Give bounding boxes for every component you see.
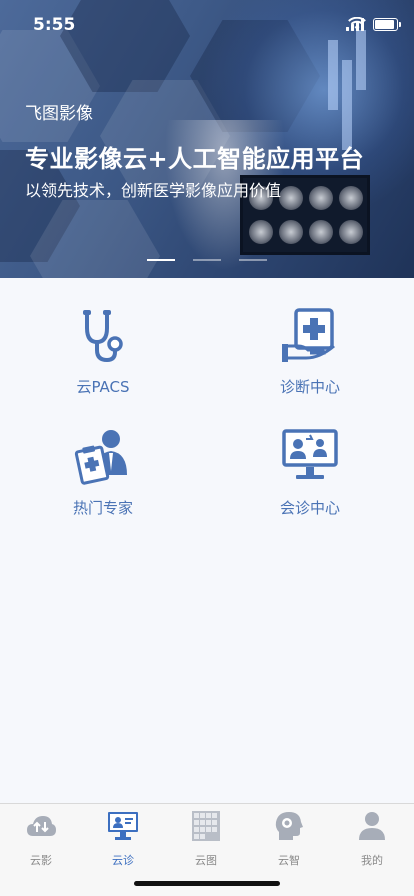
tab-cloud-image[interactable]: 云影 [11,810,71,868]
tab-label: 云图 [195,854,217,867]
banner-brand: 飞图影像 [25,104,93,124]
ai-head-icon [275,812,303,840]
status-bar: 5:55 [0,0,414,50]
tile-label: 热门专家 [72,499,133,517]
home-indicator[interactable] [134,881,280,886]
tile-diagnosis-center[interactable]: 诊断中心 [250,306,370,397]
cloud-sync-icon [27,816,56,836]
doctor-clipboard-icon [74,430,127,485]
status-time: 5:55 [33,15,76,35]
stethoscope-icon [83,310,123,363]
tile-consultation-center[interactable]: 会诊中心 [250,427,370,518]
battery-icon [373,18,401,31]
scan-grid-icon [192,811,220,841]
carousel-dot[interactable] [239,259,267,261]
tile-cloud-pacs[interactable]: 云PACS [43,306,163,397]
tab-cloud-diagnosis[interactable]: 云诊 [93,810,153,868]
tile-popular-experts[interactable]: 热门专家 [43,427,163,518]
carousel-indicator[interactable] [147,259,267,261]
tab-cloud-ai[interactable]: 云智 [259,810,319,868]
banner-title: 专业影像云+人工智能应用平台 [25,145,365,173]
banner-subtitle: 以领先技术，创新医学影像应用价值 [25,181,282,200]
tab-label: 云诊 [112,854,134,867]
tab-profile[interactable]: 我的 [342,810,402,868]
tab-label: 我的 [361,854,383,867]
tile-label: 诊断中心 [279,378,340,396]
carousel-dot[interactable] [147,259,175,261]
user-icon [359,812,385,840]
tab-cloud-scan[interactable]: 云图 [176,810,236,868]
carousel-dot[interactable] [193,259,221,261]
medical-box-icon [282,308,335,362]
tile-label: 云PACS [76,378,130,396]
tab-label: 云影 [30,854,52,867]
tab-label: 云智 [278,854,300,867]
video-consult-icon [282,429,338,479]
tile-label: 会诊中心 [279,499,340,517]
monitor-doctor-icon [108,812,138,840]
wifi-icon [348,17,366,30]
